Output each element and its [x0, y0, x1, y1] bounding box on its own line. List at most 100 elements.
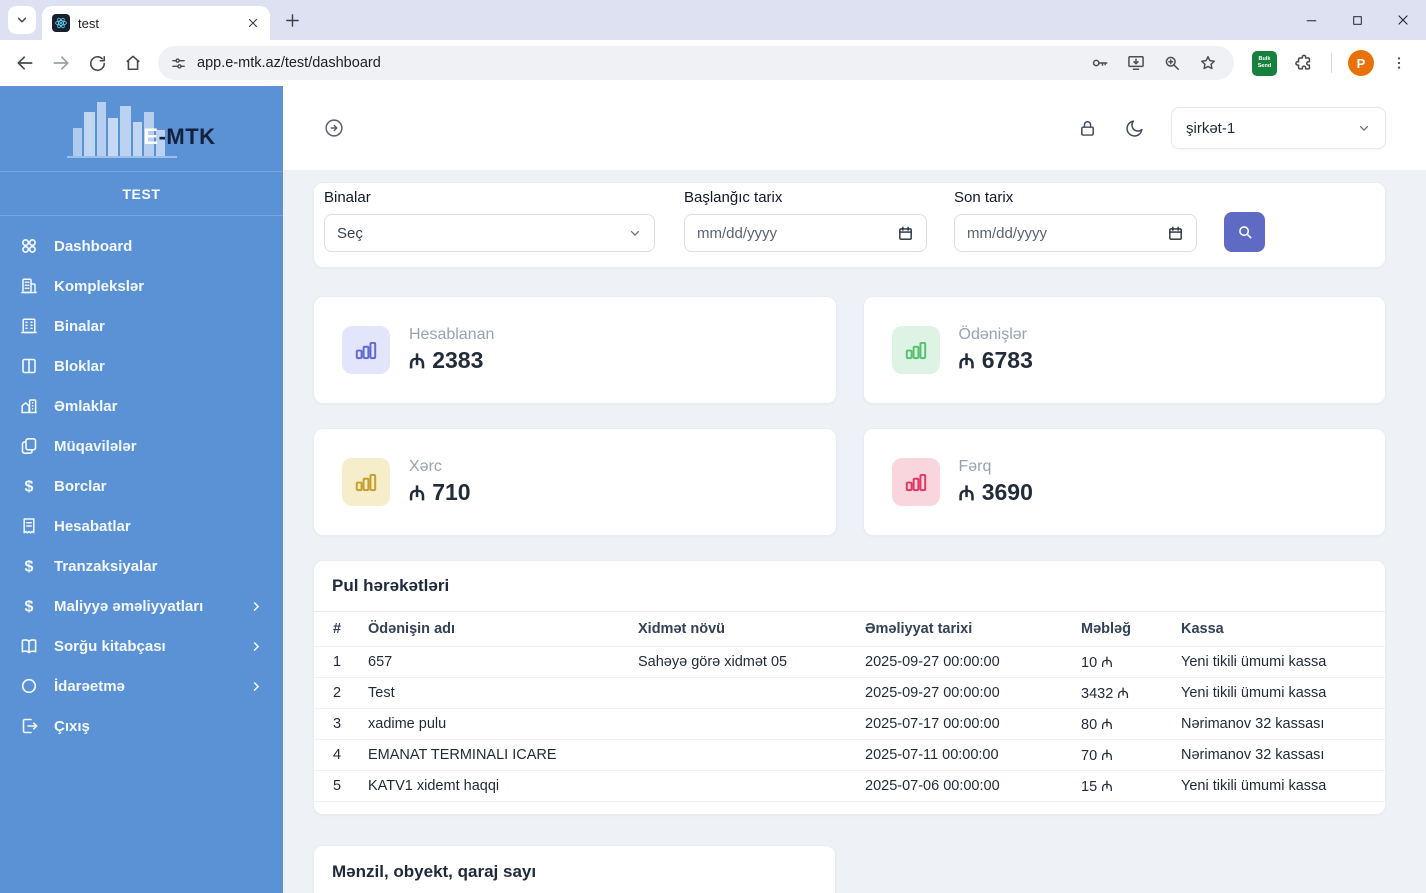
col-operation-date: Əməliyyat tarixi: [865, 621, 973, 637]
col-cashbox: Kassa: [1181, 621, 1224, 637]
manat-symbol: ₼: [958, 351, 975, 373]
browser-menu-kebab-icon[interactable]: [1382, 46, 1416, 80]
buildings-filter-field: Binalar Seç: [324, 189, 655, 252]
emtk-logo: E-MTK: [67, 98, 215, 160]
reload-button[interactable]: [80, 46, 114, 80]
table-row[interactable]: 2 Test 2025-09-27 00:00:00 3432 ₼ Yeni t…: [314, 677, 1385, 709]
property-icon: [21, 399, 37, 414]
table-row[interactable]: 4 EMANAT TERMINALI ICARE 2025-07-11 00:0…: [314, 739, 1385, 771]
stat-card-xərc: Xərc ₼ 710: [313, 428, 837, 536]
sidebar-item-bloklar[interactable]: Bloklar: [0, 346, 283, 386]
password-key-icon[interactable]: [1090, 53, 1110, 73]
sidebar-item-tranzaksiyalar[interactable]: $ Tranzaksiyalar: [0, 546, 283, 586]
end-date-label: Son tarix: [954, 189, 1014, 206]
manat-symbol: ₼: [958, 483, 975, 505]
window-maximize-button[interactable]: [1334, 0, 1380, 40]
tab-search-button[interactable]: [8, 6, 36, 34]
company-select-value: şirkət-1: [1186, 119, 1236, 137]
extensions-puzzle-icon[interactable]: [1287, 46, 1321, 80]
stat-label: Ödənişlər: [958, 326, 1027, 343]
window-close-button[interactable]: [1380, 0, 1426, 40]
book-icon: [21, 639, 37, 654]
new-tab-button[interactable]: [278, 6, 306, 34]
buildings-select[interactable]: Seç: [324, 214, 655, 252]
dark-mode-moon-icon[interactable]: [1124, 118, 1145, 139]
back-button[interactable]: [8, 46, 42, 80]
logout-icon: [22, 718, 38, 734]
url-bar[interactable]: app.e-mtk.az/test/dashboard: [158, 46, 1234, 80]
lock-icon[interactable]: [1077, 118, 1098, 139]
sidebar-item-sorğu-kitabçası[interactable]: Sorğu kitabçası: [0, 626, 283, 666]
building-icon: [21, 318, 37, 334]
sidebar: E-MTK TEST Dashboard Komplekslər Binalar…: [0, 86, 283, 893]
bar-chart-icon: [342, 326, 390, 374]
sidebar-item-binalar[interactable]: Binalar: [0, 306, 283, 346]
forward-button[interactable]: [44, 46, 78, 80]
stat-value: ₼ 2383: [409, 347, 484, 373]
table-row[interactable]: 5 KATV1 xidemt haqqi 2025-07-06 00:00:00…: [314, 770, 1385, 802]
buildings-filter-label: Binalar: [324, 189, 371, 206]
chevron-down-icon: [1359, 125, 1369, 131]
stat-label: Hesablanan: [409, 326, 495, 343]
install-app-icon[interactable]: [1126, 53, 1146, 73]
bar-chart-icon: [891, 326, 940, 374]
bulk-send-extension-icon[interactable]: Bulk Send: [1252, 50, 1277, 76]
company-select[interactable]: şirkət-1: [1171, 107, 1386, 149]
calendar-icon: [1169, 226, 1182, 240]
stat-label: Xərc: [409, 458, 442, 475]
window-minimize-button[interactable]: [1288, 0, 1334, 40]
complex-building-icon: [21, 278, 37, 294]
sidebar-menu: Dashboard Komplekslər Binalar Bloklar Əm…: [0, 216, 283, 746]
table-row[interactable]: 1 657 Sahəyə görə xidmət 05 2025-09-27 0…: [314, 646, 1385, 678]
svg-text:$: $: [25, 599, 34, 616]
zoom-icon[interactable]: [1162, 53, 1182, 73]
stats-grid: Hesablanan ₼ 2383 Ödənişlər ₼ 6783 Xərc …: [313, 296, 1386, 536]
sidebar-item-çıxış[interactable]: Çıxış: [0, 706, 283, 746]
browser-toolbar: app.e-mtk.az/test/dashboard Bulk Send P: [0, 40, 1426, 86]
end-date-input[interactable]: mm/dd/yyyy: [954, 214, 1197, 252]
search-button[interactable]: [1224, 212, 1265, 252]
toolbar-divider: [1331, 53, 1332, 73]
dashboard-icon: [22, 239, 36, 253]
plus-icon: [284, 12, 301, 29]
logo-text: E-MTK: [143, 123, 216, 149]
chevron-right-icon: [253, 601, 260, 611]
bar-chart-icon: [342, 458, 390, 506]
tab-title: test: [78, 15, 99, 31]
table-row[interactable]: 3 xadime pulu 2025-07-17 00:00:00 80 ₼ N…: [314, 708, 1385, 740]
circle-icon: [21, 678, 37, 694]
main-area: şirkət-1 Binalar Seç Başlanğıc tarix mm/…: [283, 86, 1426, 893]
sidebar-item-müqavilələr[interactable]: Müqavilələr: [0, 426, 283, 466]
blocks-icon: [22, 358, 36, 374]
col-payment-name: Ödənişin adı: [368, 621, 456, 637]
sidebar-item-dashboard[interactable]: Dashboard: [0, 226, 283, 266]
dashboard-content: Binalar Seç Başlanğıc tarix mm/dd/yyyy S…: [283, 170, 1426, 893]
tab-close-icon[interactable]: [244, 14, 262, 32]
stat-card-ödənişlər: Ödənişlər ₼ 6783: [862, 296, 1386, 404]
sidebar-collapse-button[interactable]: [323, 117, 345, 139]
svg-text:$: $: [25, 559, 34, 576]
sidebar-item-əmlaklar[interactable]: Əmlaklar: [0, 386, 283, 426]
col-service-type: Xidmət növü: [638, 621, 726, 637]
url-text[interactable]: app.e-mtk.az/test/dashboard: [197, 55, 1090, 71]
col-amount: Məbləğ: [1081, 621, 1131, 637]
contracts-icon: [21, 437, 37, 454]
transactions-table: # Ödənişin adı Xidmət növü Əməliyyat tar…: [314, 612, 1385, 802]
sidebar-item-idarəetmə[interactable]: İdarəetmə: [0, 666, 283, 706]
browser-tab-active[interactable]: test: [42, 6, 270, 40]
sidebar-item-komplekslər[interactable]: Komplekslər: [0, 266, 283, 306]
bookmark-star-icon[interactable]: [1198, 53, 1218, 73]
calendar-icon: [899, 226, 912, 240]
home-button[interactable]: [116, 46, 150, 80]
transactions-card: Pul hərəkətləri # Ödənişin adı Xidmət nö…: [313, 560, 1386, 815]
logo-area[interactable]: E-MTK: [0, 86, 283, 172]
profile-avatar[interactable]: P: [1348, 50, 1374, 76]
site-settings-icon[interactable]: [170, 55, 187, 72]
dollar-icon: $: [25, 479, 34, 496]
sidebar-item-borclar[interactable]: $ Borclar: [0, 466, 283, 506]
header-actions: şirkət-1: [1077, 107, 1386, 149]
start-date-input[interactable]: mm/dd/yyyy: [684, 214, 927, 252]
sidebar-item-maliyyə-əməliyyatları[interactable]: $ Maliyyə əməliyyatları: [0, 586, 283, 626]
sidebar-item-hesabatlar[interactable]: Hesabatlar: [0, 506, 283, 546]
table-header-row: # Ödənişin adı Xidmət növü Əməliyyat tar…: [314, 612, 1385, 647]
